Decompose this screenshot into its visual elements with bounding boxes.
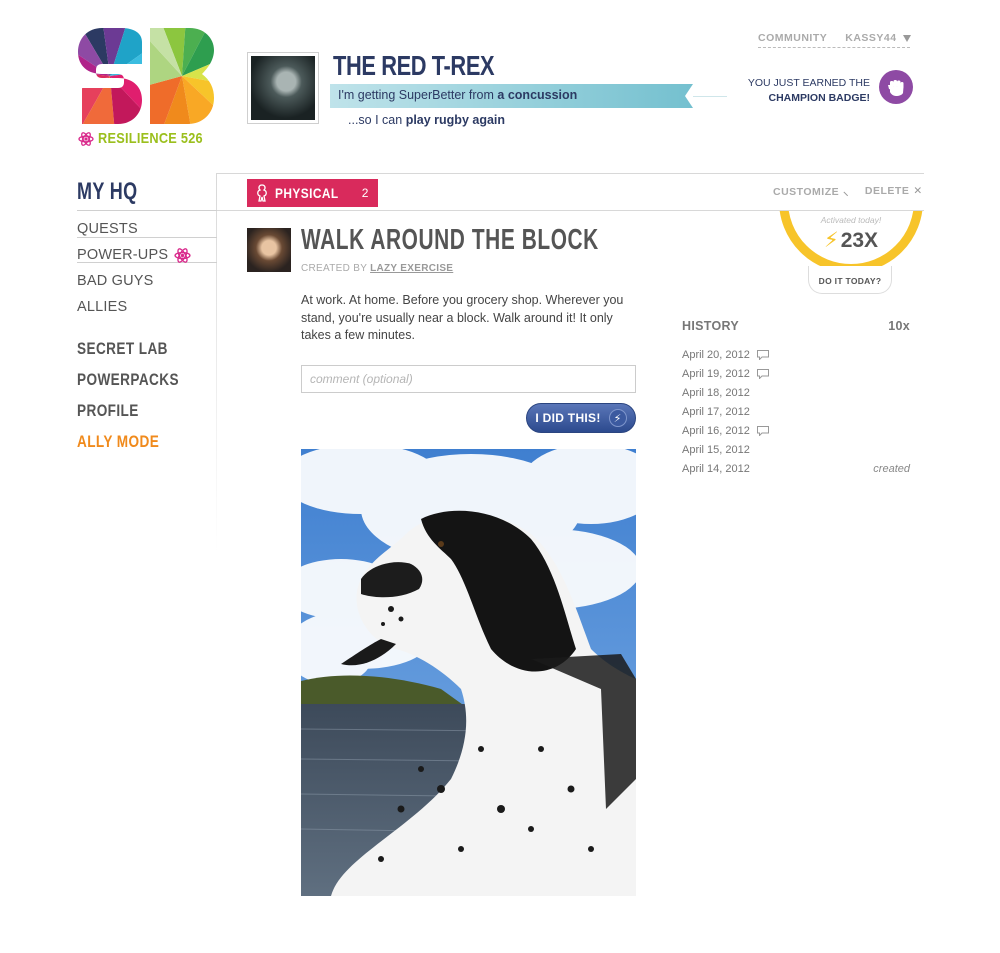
topnav-underline	[758, 47, 910, 48]
sidebar-item-label: POWER-UPS	[77, 247, 169, 263]
superbetter-logo[interactable]	[78, 28, 214, 124]
history-entry[interactable]: April 17, 2012	[682, 402, 910, 421]
history-date: April 18, 2012	[682, 386, 750, 399]
delete-button[interactable]: DELETE ✕	[865, 185, 923, 199]
history-date: April 17, 2012	[682, 405, 750, 418]
history-date: April 19, 2012	[682, 367, 750, 380]
atom-icon	[174, 247, 191, 263]
history-entry[interactable]: April 15, 2012	[682, 440, 910, 459]
history-list: April 20, 2012 April 19, 2012 April 18, …	[682, 345, 910, 478]
physical-icon	[257, 184, 267, 202]
bolt-icon: ⚡	[608, 409, 627, 427]
bolt-icon: ⚡	[823, 229, 839, 252]
history-entry[interactable]: April 18, 2012	[682, 383, 910, 402]
quest-photo	[301, 449, 636, 896]
sidebar-title-rule	[77, 210, 217, 211]
hero-avatar[interactable]	[247, 52, 319, 124]
comment-icon[interactable]	[756, 425, 769, 436]
history-entry[interactable]: April 14, 2012 created	[682, 459, 910, 478]
badge-line-2: CHAMPION BADGE!	[768, 92, 871, 104]
creator-avatar[interactable]	[247, 228, 291, 272]
sidebar-item-label: BAD GUYS	[77, 273, 154, 289]
pencil-icon: ⸜	[843, 186, 849, 198]
creator-link[interactable]: LAZY EXERCISE	[370, 263, 453, 274]
category-label: PHYSICAL	[275, 185, 339, 201]
history-date: April 14, 2012	[682, 462, 750, 475]
sidebar-secondary-nav: SECRET LAB POWERPACKS PROFILE ALLY MODE	[77, 333, 204, 457]
sidebar-item-ally-mode[interactable]: ALLY MODE	[77, 426, 179, 457]
close-icon: ✕	[913, 185, 923, 197]
atom-icon	[78, 131, 94, 146]
sidebar-item-quests[interactable]: QUESTS	[77, 216, 191, 242]
sidebar-item-label: QUESTS	[77, 221, 138, 237]
sidebar-item-powerpacks[interactable]: POWERPACKS	[77, 364, 179, 395]
user-name: KASSY44	[845, 32, 897, 44]
quest-title: WALK AROUND THE BLOCK	[301, 224, 599, 256]
goal-prefix: ...so I can	[348, 113, 403, 127]
logo-graphic	[78, 28, 214, 124]
hero-ribbon: I'm getting SuperBetter from a concussio…	[330, 84, 693, 108]
hero-name[interactable]: THE RED T-REX	[333, 50, 495, 82]
delete-label: DELETE	[864, 185, 910, 197]
history-entry[interactable]: April 19, 2012	[682, 364, 910, 383]
customize-label: CUSTOMIZE	[773, 186, 840, 198]
history-header: HISTORY 10x	[682, 319, 910, 333]
sidebar-item-bad-guys[interactable]: BAD GUYS	[77, 268, 191, 294]
activation-counter: Activated today! ⚡23X	[779, 211, 923, 273]
chevron-down-icon	[902, 34, 911, 42]
fist-icon[interactable]	[879, 70, 913, 104]
category-count: 2	[361, 186, 369, 200]
counter-subtitle: Activated today!	[820, 215, 882, 225]
sidebar-primary-nav: QUESTS POWER-UPS BAD GUYS ALLIES	[77, 216, 191, 320]
history-count: 10x	[888, 319, 910, 333]
badge-notification[interactable]: YOU JUST EARNED THE CHAMPION BADGE!	[700, 76, 870, 106]
i-did-this-button[interactable]: I DID THIS! ⚡	[526, 403, 636, 433]
sidebar-item-profile[interactable]: PROFILE	[77, 395, 179, 426]
history-date: April 15, 2012	[682, 443, 750, 456]
history-date: April 20, 2012	[682, 348, 750, 361]
created-by: CREATED BY LAZY EXERCISE	[301, 263, 453, 274]
history-title: HISTORY	[682, 319, 739, 333]
counter-value: 23X	[840, 229, 879, 252]
category-tag[interactable]: PHYSICAL 2	[247, 179, 379, 207]
resilience-label: RESILIENCE 526	[98, 130, 203, 147]
history-date: April 16, 2012	[682, 424, 750, 437]
do-it-today-button[interactable]: DO IT TODAY?	[808, 266, 892, 294]
comment-icon[interactable]	[756, 349, 769, 360]
sidebar-item-secret-lab[interactable]: SECRET LAB	[77, 333, 179, 364]
customize-button[interactable]: CUSTOMIZE ⸜	[773, 185, 849, 199]
sidebar-divider	[216, 173, 217, 553]
ribbon-prefix: I'm getting SuperBetter from	[338, 88, 494, 102]
sidebar-item-label: ALLIES	[77, 299, 128, 315]
history-entry[interactable]: April 16, 2012	[682, 421, 910, 440]
did-button-label: I DID THIS!	[535, 411, 601, 425]
goal-text: play rugby again	[405, 113, 506, 127]
ribbon-condition: a concussion	[497, 88, 578, 102]
comment-input[interactable]	[301, 365, 636, 393]
sidebar-title[interactable]: MY HQ	[77, 178, 138, 206]
created-by-label: CREATED BY	[301, 263, 367, 274]
quest-description: At work. At home. Before you grocery sho…	[301, 293, 624, 342]
history-entry[interactable]: April 20, 2012	[682, 345, 910, 364]
badge-line-1: YOU JUST EARNED THE	[747, 77, 870, 89]
counter-value-wrap: ⚡23X	[779, 228, 923, 253]
top-nav: COMMUNITY KASSY44	[758, 32, 911, 44]
community-link[interactable]: COMMUNITY	[758, 32, 827, 44]
sidebar-item-allies[interactable]: ALLIES	[77, 294, 191, 320]
history-note: created	[873, 462, 910, 475]
content-top-rule	[216, 173, 924, 174]
user-menu[interactable]: KASSY44	[845, 32, 911, 44]
quest-actions: CUSTOMIZE ⸜ DELETE ✕	[773, 185, 923, 199]
comment-icon[interactable]	[756, 368, 769, 379]
resilience-score[interactable]: RESILIENCE 526	[78, 130, 221, 147]
sidebar-item-power-ups[interactable]: POWER-UPS	[77, 242, 191, 268]
